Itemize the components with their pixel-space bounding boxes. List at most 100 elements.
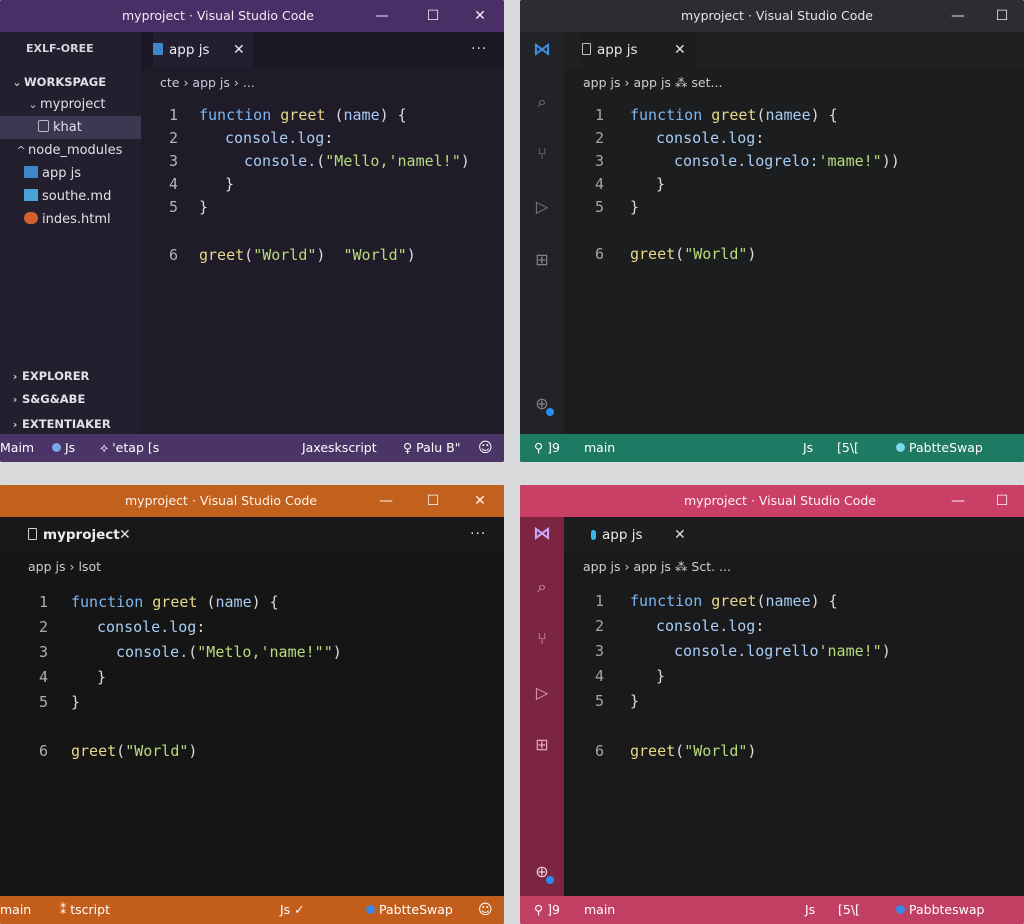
feedback-icon[interactable]: ☺ <box>478 434 493 462</box>
line-number: 2 <box>38 618 48 636</box>
tree-item-khat[interactable]: khat <box>0 116 141 139</box>
status-language-mode[interactable]: Jaxeskscript <box>302 434 377 462</box>
breadcrumb: cte › app js › ... <box>160 75 255 90</box>
status-language[interactable]: Js <box>52 434 75 462</box>
sidebar-section-explorer[interactable]: › EXPLORER <box>0 365 141 388</box>
account-badge <box>546 876 554 884</box>
search-icon[interactable]: ⌕ <box>532 577 552 597</box>
tree-item-southe-md[interactable]: southe.md <box>0 185 141 208</box>
more-actions-icon[interactable]: ··· <box>470 517 486 551</box>
status-branch[interactable]: main <box>584 896 615 924</box>
maximize-button[interactable]: ☐ <box>423 6 443 26</box>
vscode-logo-icon[interactable]: ⋈ <box>532 40 552 60</box>
tree-item-app-js[interactable]: app js <box>0 162 141 185</box>
file-icon <box>38 120 49 132</box>
maximize-button[interactable]: ☐ <box>992 6 1012 26</box>
chevron-right-icon: › <box>12 393 18 406</box>
run-debug-icon[interactable]: ▷ <box>532 197 552 217</box>
title-bar: myproject · Visual Studio Code — ☐ ✕ <box>0 485 504 517</box>
status-language[interactable]: Js <box>803 434 813 462</box>
sidebar-header: EXLF-OREE <box>26 42 94 55</box>
remote-icon: ⚲ <box>534 902 548 917</box>
close-button[interactable]: ✕ <box>470 491 490 511</box>
tree-item-node-modules[interactable]: ^ node_modules <box>0 139 141 162</box>
chevron-right-icon: › <box>12 370 18 383</box>
source-control-icon[interactable]: ⑂ <box>532 629 552 649</box>
code-editor[interactable]: 1 2 3 4 5 6 function greet (name) { cons… <box>160 102 500 302</box>
tree-item-myproject[interactable]: ⌄ myproject <box>0 93 141 116</box>
code-line-5: } <box>71 693 81 711</box>
status-extension[interactable]: PabtteSwap <box>366 896 453 924</box>
status-extension[interactable]: PabtteSwap <box>896 434 983 462</box>
editor-tab-bar: app js ✕ ··· <box>141 32 504 68</box>
run-debug-icon[interactable]: ▷ <box>532 683 552 703</box>
search-icon[interactable]: ⌕ <box>532 92 552 112</box>
status-bar: ⚲ ]9 main Js [5\[ PabtteSwap <box>520 434 1024 462</box>
status-branch[interactable]: main <box>584 434 615 462</box>
minimize-button[interactable]: — <box>372 6 392 26</box>
status-remote[interactable]: ⚲ ]9 <box>534 434 560 462</box>
accounts-icon[interactable]: ⊕ <box>532 862 554 884</box>
code-editor[interactable]: 1 2 3 4 5 6 function greet (name) { cons… <box>30 588 500 788</box>
status-language[interactable]: Js ✓ <box>280 896 305 924</box>
accounts-icon[interactable]: ⊕ <box>532 394 554 416</box>
status-sync[interactable]: ⟡ 'etap [s <box>100 434 159 462</box>
more-actions-icon[interactable]: ··· <box>471 32 487 66</box>
maximize-button[interactable]: ☐ <box>992 491 1012 511</box>
line-number: 2 <box>594 129 604 147</box>
code-line-1: function greet(namee) { <box>630 106 838 124</box>
maximize-button[interactable]: ☐ <box>423 491 443 511</box>
status-sync[interactable]: ⁑ tscript <box>60 896 110 924</box>
tree-item-indes-html[interactable]: indes.html <box>0 208 141 231</box>
line-number: 6 <box>38 742 48 760</box>
sidebar-section-extensions[interactable]: › EXTENTIAKER <box>0 413 141 436</box>
status-position[interactable]: [5\[ <box>837 434 859 462</box>
file-icon <box>28 528 37 540</box>
minimize-button[interactable]: — <box>948 491 968 511</box>
code-line-1: function greet (name) { <box>199 106 407 124</box>
tab-close-icon[interactable]: ✕ <box>233 32 245 68</box>
code-editor[interactable]: 1 2 3 4 5 6 function greet(namee) { cons… <box>586 102 1016 302</box>
explorer-sidebar: EXLF-OREE ⌄ WORKSPAGE ⌄ myproject khat ^ no… <box>0 32 141 434</box>
code-line-2: console.log: <box>656 617 765 635</box>
tab-close-icon[interactable]: ✕ <box>119 517 131 553</box>
status-position[interactable]: [5\[ <box>838 896 860 924</box>
code-editor[interactable]: 1 2 3 4 5 6 function greet(namee) { cons… <box>586 588 1016 788</box>
status-remote[interactable]: ⚲ ]9 <box>534 896 560 924</box>
tab-close-icon[interactable]: ✕ <box>674 32 686 68</box>
line-number: 5 <box>168 198 178 216</box>
close-button[interactable]: ✕ <box>470 6 490 26</box>
code-line-4: } <box>225 175 235 193</box>
line-number: 3 <box>168 152 178 170</box>
status-language[interactable]: Js <box>805 896 815 924</box>
line-number: 1 <box>594 592 604 610</box>
code-line-5: } <box>199 198 209 216</box>
code-line-5: } <box>630 198 640 216</box>
status-branch[interactable]: main <box>0 896 31 924</box>
sidebar-section-workspace[interactable]: ⌄ WORKSPAGE <box>0 71 141 94</box>
editor-tab-bar: app js ✕ <box>564 517 1024 553</box>
line-number: 3 <box>38 643 48 661</box>
title-bar: myproject · Visual Studio Code — ☐ <box>520 485 1024 517</box>
tab-close-icon[interactable]: ✕ <box>674 517 686 553</box>
sidebar-section-search[interactable]: › S&G&ABE <box>0 388 141 411</box>
feedback-icon[interactable]: ☺ <box>478 896 493 924</box>
extensions-icon[interactable]: ⊞ <box>532 735 552 755</box>
minimize-button[interactable]: — <box>948 6 968 26</box>
line-number: 4 <box>38 668 48 686</box>
status-extension[interactable]: Pabbteswap <box>896 896 984 924</box>
minimize-button[interactable]: — <box>376 491 396 511</box>
vscode-logo-icon[interactable]: ⋈ <box>532 524 552 544</box>
code-line-3: console.("Metlo,'name!"") <box>116 643 342 661</box>
breadcrumb: app js › app js ⁂ Sct. ... <box>583 559 731 574</box>
status-bar: ⚲ ]9 main Js [5\[ Pabbteswap <box>520 896 1024 924</box>
code-line-1: function greet(namee) { <box>630 592 838 610</box>
window-body: myproject ✕ ··· app js › lsot 1 2 3 4 5 … <box>0 517 504 896</box>
status-branch[interactable]: Maim <box>0 434 34 462</box>
code-line-6: greet("World") <box>630 245 757 263</box>
source-control-icon[interactable]: ⑂ <box>532 144 552 164</box>
extensions-icon[interactable]: ⊞ <box>532 250 552 270</box>
line-number: 4 <box>168 175 178 193</box>
status-extra[interactable]: ♀ Palu B" <box>403 434 460 462</box>
sync-icon: ⁑ <box>60 902 71 917</box>
